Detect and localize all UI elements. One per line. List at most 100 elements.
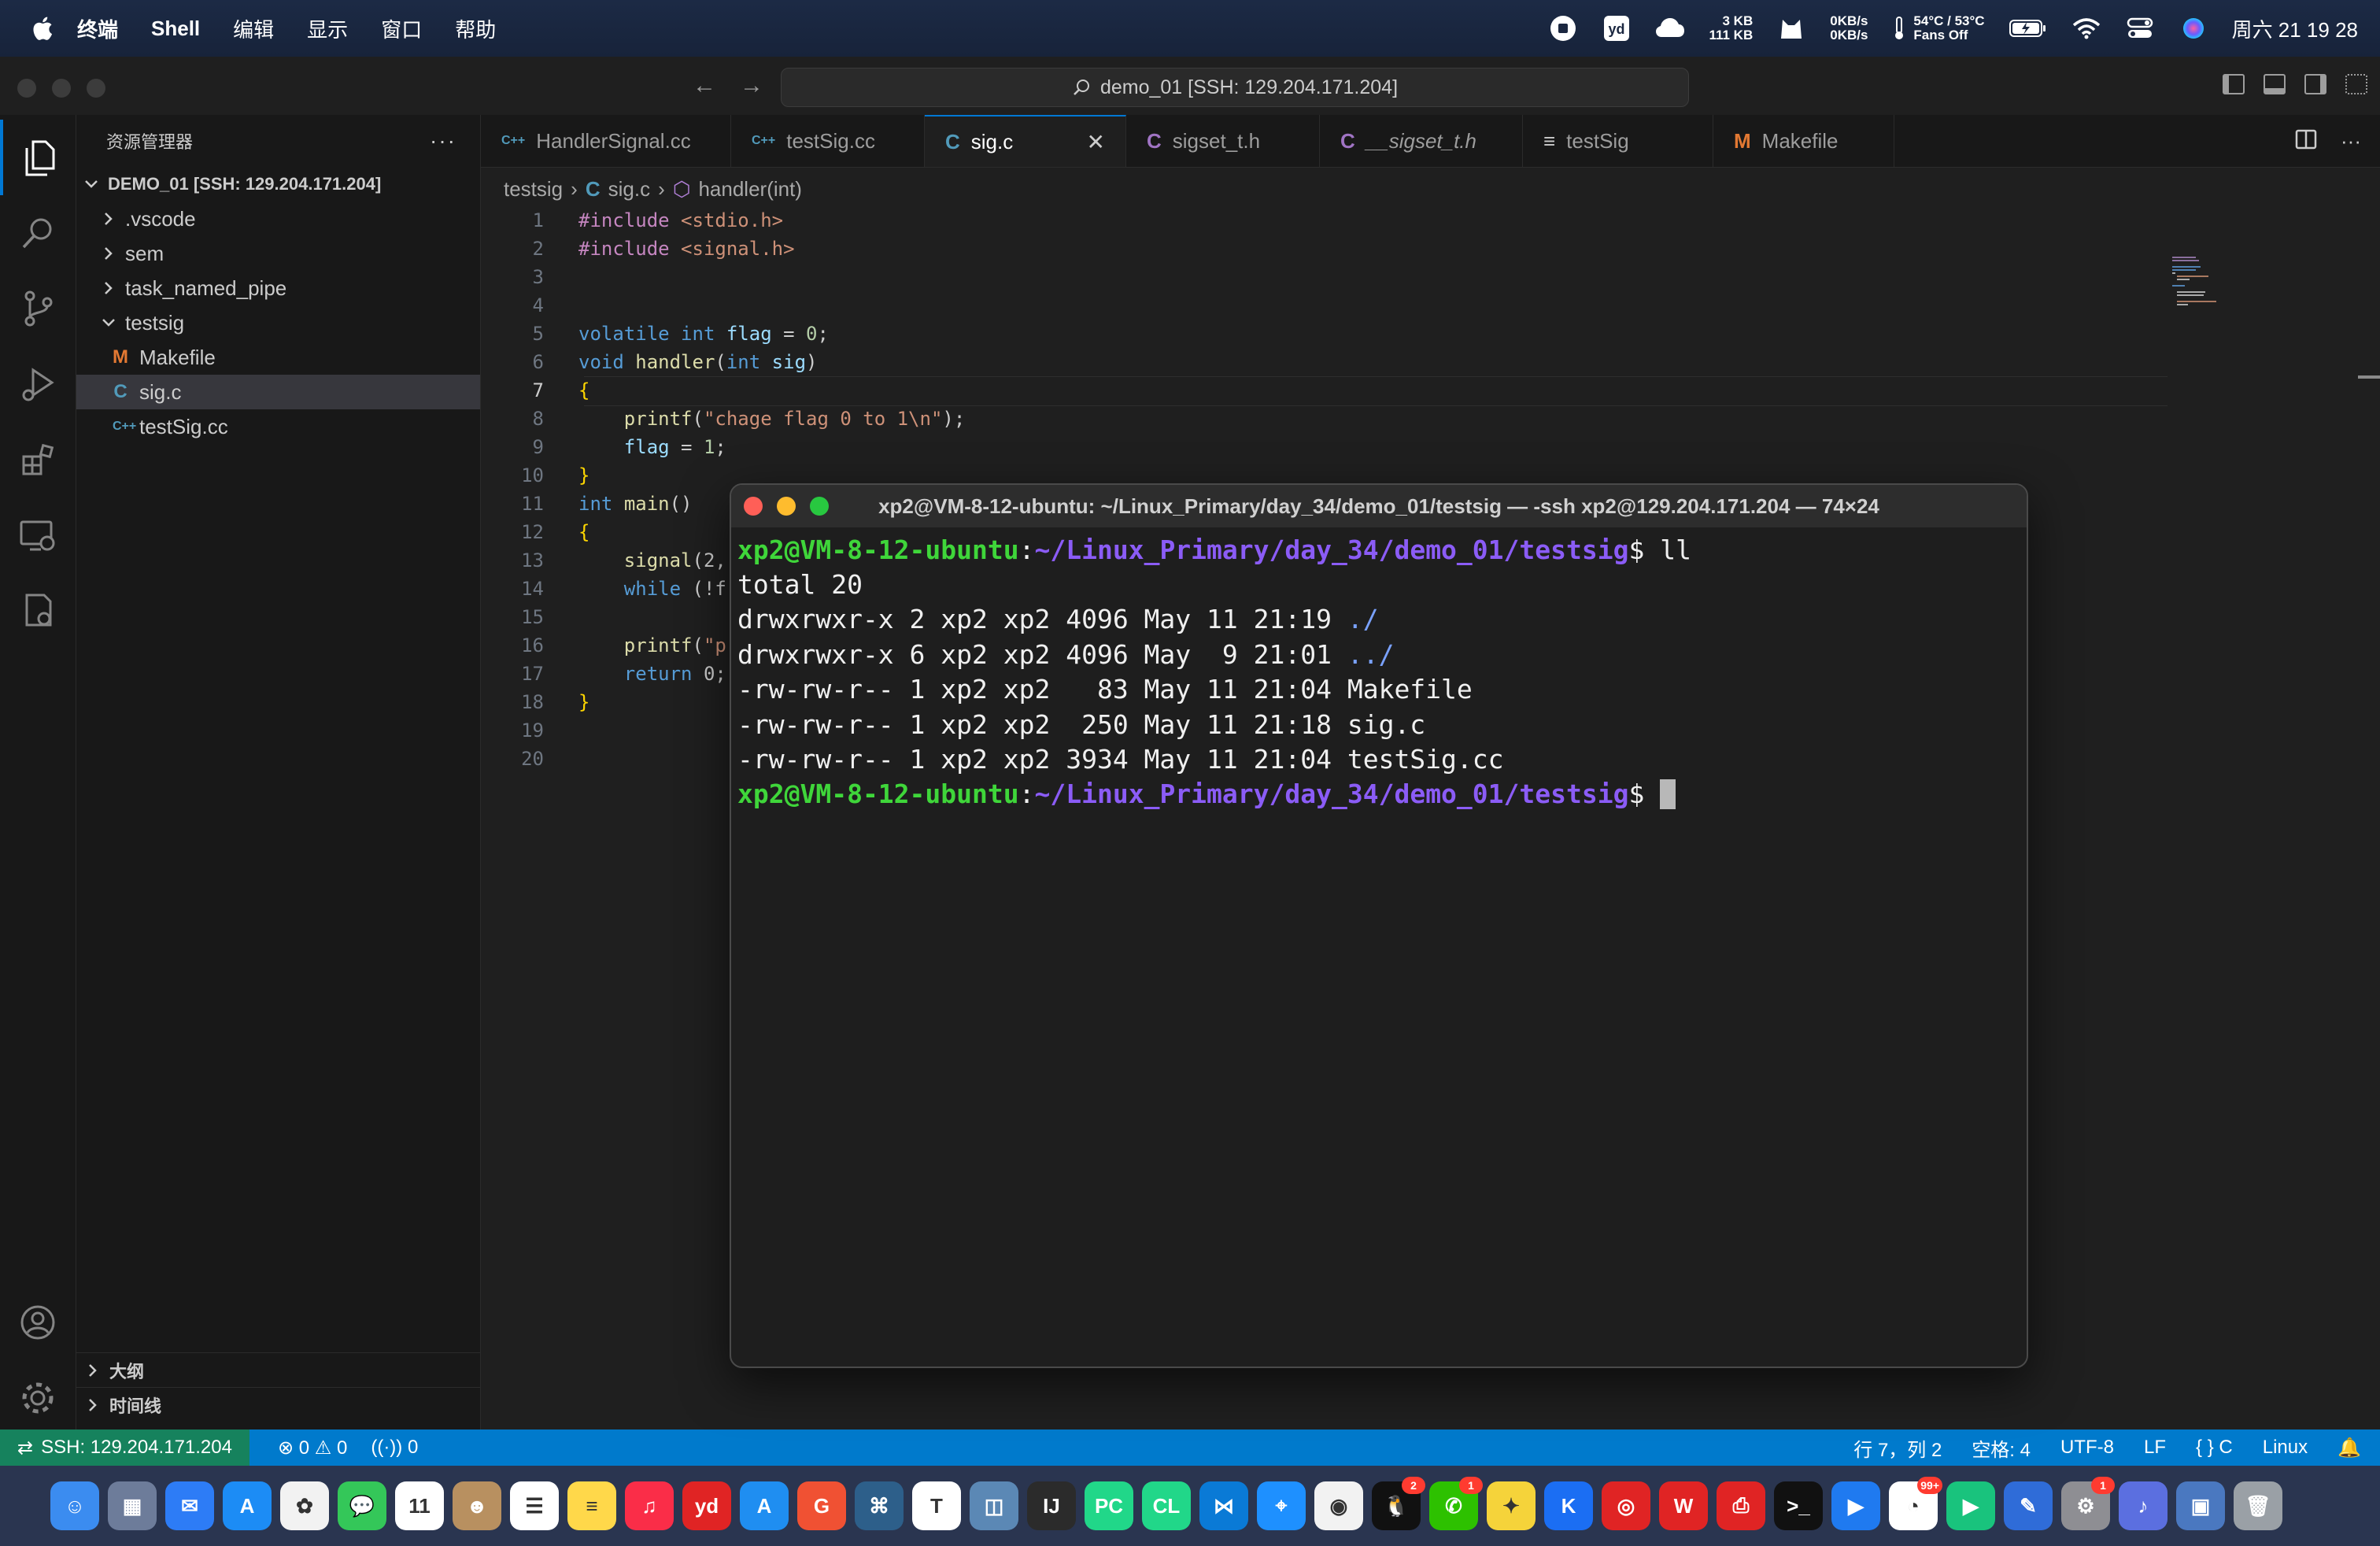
system-settings-icon[interactable]: ⚙ 1: [2061, 1477, 2115, 1530]
wifi-icon[interactable]: [2071, 15, 2101, 42]
screenshot-icon[interactable]: ◔ 99+: [1889, 1477, 1942, 1530]
pycharm-icon[interactable]: PC: [1085, 1481, 1133, 1530]
menu-view[interactable]: 显示: [307, 14, 348, 43]
more-actions-icon[interactable]: ···: [430, 128, 456, 153]
code-line[interactable]: 8 printf("chage flag 0 to 1\n");: [481, 405, 2212, 433]
typora-icon[interactable]: T: [912, 1481, 961, 1530]
youdao-icon[interactable]: yd: [682, 1481, 731, 1530]
trash-icon[interactable]: 🗑: [2234, 1481, 2282, 1530]
run-debug-activity[interactable]: [0, 346, 76, 422]
stop-recording-icon[interactable]: [1548, 15, 1578, 42]
source-control-activity[interactable]: [0, 271, 76, 346]
ssh-icon[interactable]: ⌘: [855, 1481, 904, 1530]
network-speed[interactable]: 3 KB 111 KB: [1709, 14, 1753, 43]
notifications-bell-icon[interactable]: 🔔: [2338, 1437, 2361, 1459]
launchpad-icon[interactable]: ▦: [108, 1481, 157, 1530]
tab-handlersignal-cc[interactable]: C++ HandlerSignal.cc: [481, 115, 731, 167]
encoding[interactable]: UTF-8: [2060, 1437, 2114, 1459]
search-activity[interactable]: [0, 195, 76, 271]
menu-edit[interactable]: 编辑: [233, 14, 274, 43]
mail-icon[interactable]: ✉: [165, 1481, 214, 1530]
control-center-icon[interactable]: [2125, 15, 2155, 42]
minimap[interactable]: [2172, 257, 2235, 320]
breadcrumb-symbol[interactable]: handler(int): [698, 177, 802, 202]
tab-underscore-sigset-t-h[interactable]: C __sigset_t.h: [1320, 115, 1523, 167]
line-ending[interactable]: LF: [2144, 1437, 2166, 1459]
tab-makefile[interactable]: M Makefile: [1713, 115, 1894, 167]
toggle-panel-icon[interactable]: [2264, 74, 2286, 94]
terminal-icon[interactable]: >_: [1774, 1481, 1823, 1530]
player-icon[interactable]: ▶: [1946, 1481, 1995, 1530]
tab-sig-c[interactable]: C sig.c ✕: [925, 115, 1126, 167]
explorer-activity[interactable]: [0, 120, 76, 195]
wechat-icon[interactable]: ✆ 1: [1429, 1477, 1483, 1530]
chrome-icon[interactable]: ◉: [1314, 1481, 1363, 1530]
safari-icon[interactable]: ⌖: [1257, 1481, 1306, 1530]
qq-icon[interactable]: 🐧 2: [1372, 1477, 1425, 1530]
kugou-icon[interactable]: K: [1544, 1481, 1593, 1530]
breadcrumb-file[interactable]: sig.c: [608, 177, 650, 202]
code-line[interactable]: 3: [481, 263, 2212, 291]
tree-item-task-named-pipe[interactable]: task_named_pipe: [76, 271, 480, 305]
wps-icon[interactable]: W: [1659, 1481, 1708, 1530]
accounts-activity[interactable]: [0, 1285, 76, 1360]
git-icon[interactable]: G: [797, 1481, 846, 1530]
intellij-icon[interactable]: IJ: [1027, 1481, 1076, 1530]
vscode-icon[interactable]: ⋈: [1199, 1481, 1248, 1530]
cloud-sync-icon[interactable]: [1655, 15, 1685, 42]
close-window-button[interactable]: [17, 79, 36, 98]
disk-speed[interactable]: 0KB/s 0KB/s: [1830, 14, 1868, 43]
tree-item-testsig[interactable]: testsig: [76, 305, 480, 340]
clion-icon[interactable]: CL: [1142, 1481, 1191, 1530]
code-line[interactable]: 7{: [481, 376, 2212, 405]
manage-activity[interactable]: [0, 1360, 76, 1436]
cursor-position[interactable]: 行 7，列 2: [1853, 1434, 1942, 1462]
timeline-section[interactable]: 时间线: [76, 1387, 480, 1422]
tree-item-testsig-cc[interactable]: C++ testSig.cc: [76, 409, 480, 444]
menu-app-name[interactable]: 终端: [77, 14, 118, 43]
maps-icon[interactable]: ✦: [1487, 1481, 1536, 1530]
xcode-tools-icon[interactable]: ✎: [2004, 1481, 2053, 1530]
code-line[interactable]: 4: [481, 291, 2212, 320]
tree-item-sig-c[interactable]: C sig.c: [76, 375, 480, 409]
siri-icon[interactable]: [2179, 15, 2208, 42]
problems-indicator[interactable]: ⊗ 0 ⚠ 0: [278, 1437, 347, 1459]
outline-section[interactable]: 大纲: [76, 1352, 480, 1388]
more-actions-icon[interactable]: ···: [2341, 129, 2361, 155]
zoom-window-button[interactable]: [87, 79, 105, 98]
workspace-root[interactable]: DEMO_01 [SSH: 129.204.171.204]: [76, 167, 480, 202]
contacts-icon[interactable]: ☻: [453, 1481, 501, 1530]
cat-status-icon[interactable]: [1776, 15, 1806, 42]
tab-sigset-t-h[interactable]: C sigset_t.h: [1126, 115, 1320, 167]
terminal-output[interactable]: xp2@VM-8-12-ubuntu: ~/Linux_Primary/day_3…: [731, 527, 2027, 816]
tab-testsig-cc[interactable]: C++ testSig.cc: [731, 115, 925, 167]
infuse-icon[interactable]: ▶: [1831, 1481, 1880, 1530]
close-icon[interactable]: ✕: [1071, 129, 1105, 155]
code-line[interactable]: 6 void handler(int sig): [481, 348, 2212, 376]
scrollbar-thumb[interactable]: [2358, 375, 2380, 379]
platform[interactable]: Linux: [2263, 1437, 2308, 1459]
terminal-window[interactable]: xp2@VM-8-12-ubuntu: ~/Linux_Primary/day_…: [730, 483, 2028, 1368]
ports-indicator[interactable]: ((·)) 0: [371, 1437, 418, 1459]
tree-item-sem[interactable]: sem: [76, 236, 480, 271]
remote-indicator[interactable]: ⇄ SSH: 129.204.171.204: [0, 1429, 249, 1466]
command-center[interactable]: demo_01 [SSH: 129.204.171.204]: [781, 68, 1689, 107]
toggle-primary-sidebar-icon[interactable]: [2223, 74, 2245, 94]
forward-arrow-icon[interactable]: →: [740, 72, 763, 99]
music-icon[interactable]: ♫: [625, 1481, 674, 1530]
breadcrumb-folder[interactable]: testsig: [504, 177, 563, 202]
menu-window[interactable]: 窗口: [381, 14, 422, 43]
code-line[interactable]: 2 #include <signal.h>: [481, 235, 2212, 263]
youdao-menubar-icon[interactable]: yd: [1602, 15, 1632, 42]
screen-icon[interactable]: ▣: [2176, 1481, 2225, 1530]
pdf-icon[interactable]: ⎙: [1717, 1481, 1765, 1530]
terminal-minimize-button[interactable]: [777, 497, 796, 516]
notes-icon[interactable]: ≡: [567, 1481, 616, 1530]
appstore-icon[interactable]: A: [223, 1481, 272, 1530]
menu-help[interactable]: 帮助: [455, 14, 496, 43]
calendar-icon[interactable]: 11: [395, 1481, 444, 1530]
terminal-zoom-button[interactable]: [810, 497, 829, 516]
remote-tools-activity[interactable]: [0, 573, 76, 649]
split-editor-icon[interactable]: [2295, 129, 2317, 155]
netease-music-icon[interactable]: ◎: [1602, 1481, 1650, 1530]
